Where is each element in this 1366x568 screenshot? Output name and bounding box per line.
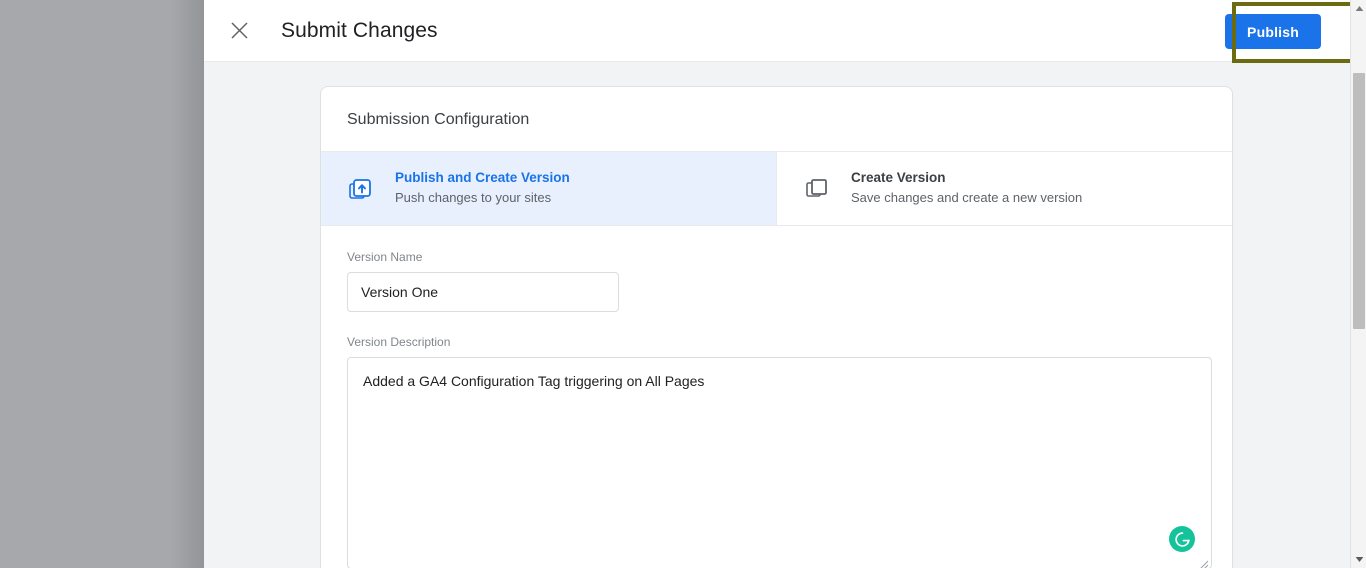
modal-scrim-fade xyxy=(170,0,204,568)
close-x-icon xyxy=(230,22,248,39)
page-scrollbar[interactable] xyxy=(1350,0,1366,568)
version-name-label: Version Name xyxy=(347,250,423,265)
dialog-title: Submit Changes xyxy=(281,18,438,42)
mode-title: Create Version xyxy=(851,170,946,185)
submission-configuration-card: Submission Configuration Publish and Cre… xyxy=(320,86,1233,568)
close-button[interactable] xyxy=(216,8,262,54)
version-description-input[interactable] xyxy=(347,357,1212,568)
screenshot-root: ← Tag Manage Workspace Versions xyxy=(0,0,1366,568)
version-fields: Version Name Version Description xyxy=(321,226,1232,568)
dialog-header: Submit Changes Publish xyxy=(204,0,1366,62)
scrollbar-thumb[interactable] xyxy=(1353,73,1365,329)
submission-mode-options: Publish and Create Version Push changes … xyxy=(321,151,1232,227)
copy-duplicate-icon xyxy=(803,175,831,203)
submit-changes-dialog: Submit Changes Publish Submission Config… xyxy=(204,0,1366,568)
scroll-up-arrow-icon[interactable] xyxy=(1351,0,1366,17)
version-description-wrap xyxy=(347,357,1212,568)
mode-text: Create Version Save changes and create a… xyxy=(851,169,1082,208)
mode-publish-and-create-version[interactable]: Publish and Create Version Push changes … xyxy=(321,152,776,226)
mode-subtitle: Save changes and create a new version xyxy=(851,190,1083,206)
publish-button[interactable]: Publish xyxy=(1225,14,1321,49)
resize-grip-icon[interactable] xyxy=(1197,559,1209,568)
version-name-input[interactable] xyxy=(347,272,619,313)
grammarly-g-icon[interactable] xyxy=(1169,526,1195,553)
publish-upload-icon xyxy=(347,175,375,203)
dialog-body: Submission Configuration Publish and Cre… xyxy=(204,62,1366,568)
mode-text: Publish and Create Version Push changes … xyxy=(395,169,570,208)
mode-subtitle: Push changes to your sites xyxy=(395,190,552,206)
version-description-label: Version Description xyxy=(347,335,451,350)
card-title: Submission Configuration xyxy=(347,111,530,128)
scroll-down-arrow-icon[interactable] xyxy=(1351,551,1366,568)
scrollbar-track[interactable] xyxy=(1351,17,1366,551)
mode-title: Publish and Create Version xyxy=(395,170,570,185)
mode-create-version[interactable]: Create Version Save changes and create a… xyxy=(776,152,1232,226)
